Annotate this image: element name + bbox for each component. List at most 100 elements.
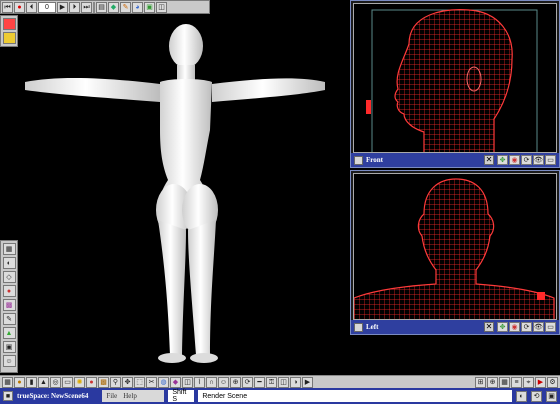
close-icon[interactable]: ✕ xyxy=(484,155,494,165)
view-icon[interactable]: ⊞ xyxy=(475,376,486,388)
eye-icon[interactable]: 👁 xyxy=(533,322,544,332)
paint-icon[interactable]: ✎ xyxy=(2,313,16,325)
play-icon[interactable]: ▶ xyxy=(57,1,68,13)
ruler-icon[interactable]: ━ xyxy=(254,376,265,388)
keyframe-icon[interactable]: ▤ xyxy=(96,1,107,13)
grid-icon[interactable]: ▦ xyxy=(2,376,13,388)
lathe-icon[interactable]: ◐ xyxy=(2,257,16,269)
status-message: Render Scene xyxy=(198,390,512,402)
layers-icon[interactable]: ≡ xyxy=(511,376,522,388)
shader-icon[interactable]: ◑ xyxy=(290,376,301,388)
tools-icon[interactable]: ✎ xyxy=(120,1,131,13)
object-tool-icon[interactable]: ▦ xyxy=(2,243,16,255)
key-icon[interactable]: ⚿ xyxy=(266,376,277,388)
texture-icon[interactable]: ▩ xyxy=(2,299,16,311)
right-leg xyxy=(188,220,216,355)
app-icon[interactable]: ■ xyxy=(3,391,13,401)
torus-icon[interactable]: ◎ xyxy=(50,376,61,388)
cylinder-icon[interactable]: ▮ xyxy=(26,376,37,388)
front-label: Front xyxy=(366,156,383,164)
primitive-icon[interactable]: ◆ xyxy=(170,376,181,388)
zoom-icon[interactable]: ◉ xyxy=(509,322,520,332)
snap-icon[interactable]: ⌖ xyxy=(523,376,534,388)
frame-field[interactable]: 0 xyxy=(38,1,56,13)
rotate-icon[interactable]: ⟳ xyxy=(521,322,532,332)
menu-bar: File Help xyxy=(102,390,165,402)
pan-icon[interactable]: ✥ xyxy=(497,322,508,332)
maximize-icon[interactable]: ▭ xyxy=(545,322,556,332)
left-wireframe-area[interactable] xyxy=(353,173,557,320)
record-icon[interactable]: ● xyxy=(14,1,25,13)
status-button-2[interactable]: ⟲ xyxy=(531,390,542,402)
play-icon[interactable]: ▶ xyxy=(535,376,546,388)
front-titlebar: Front ✕ ✥ ◉ ⟳ 👁 ▭ xyxy=(351,153,559,167)
cone-icon[interactable]: ▲ xyxy=(38,376,49,388)
morph-icon[interactable]: ⊕ xyxy=(230,376,241,388)
end-icon[interactable]: ⏭ xyxy=(81,1,92,13)
front-viewport[interactable]: Front ✕ ✥ ◉ ⟳ 👁 ▭ xyxy=(350,0,560,168)
light-icon[interactable]: ✺ xyxy=(74,376,85,388)
rotate-icon[interactable]: ⟳ xyxy=(521,155,532,165)
select-icon[interactable]: ⬚ xyxy=(134,376,145,388)
spin-icon[interactable]: ⟳ xyxy=(242,376,253,388)
app-title: trueSpace: NewScene64 xyxy=(17,392,89,400)
close-icon[interactable]: ✕ xyxy=(484,322,494,332)
separator xyxy=(93,1,95,13)
deform-icon[interactable]: ⌇ xyxy=(194,376,205,388)
zoom-icon[interactable]: ⊕ xyxy=(487,376,498,388)
render-icon[interactable]: ▶ xyxy=(302,376,313,388)
zoom-icon[interactable]: ◉ xyxy=(509,155,520,165)
maximize-icon[interactable]: ▭ xyxy=(545,155,556,165)
globe-icon[interactable]: ◍ xyxy=(158,376,169,388)
left-tools-toolbar: ▦ ◐ ◇ ● ▩ ✎ ▲ ▣ ☺ xyxy=(0,240,18,373)
material-ball-icon[interactable]: ● xyxy=(86,376,97,388)
red-object-icon[interactable] xyxy=(2,18,16,30)
left-titlebar: Left ✕ ✥ ◉ ⟳ 👁 ▭ xyxy=(351,320,559,334)
sphere-icon[interactable]: ● xyxy=(14,376,25,388)
left-viewport[interactable]: Left ✕ ✥ ◉ ⟳ 👁 ▭ xyxy=(350,170,560,335)
move-icon[interactable]: ✥ xyxy=(122,376,133,388)
settings-icon[interactable]: ⚙ xyxy=(547,376,558,388)
magnet-icon[interactable]: ∩ xyxy=(206,376,217,388)
step-forward-icon[interactable]: ⏵ xyxy=(69,1,80,13)
palette-icon[interactable]: ◕ xyxy=(132,1,143,13)
menu-help[interactable]: Help xyxy=(123,392,137,400)
yellow-object-icon[interactable] xyxy=(2,32,16,44)
landscape-icon[interactable]: ▲ xyxy=(2,327,16,339)
figure-icon[interactable]: ☺ xyxy=(2,355,16,367)
grid-toggle-icon[interactable]: ▦ xyxy=(499,376,510,388)
bottom-toolbar: ▦ ● ▮ ▲ ◎ ▭ ✺ ● ▩ ⚲ ✥ ⬚ ✂ ◍ ◆ ◫ ⌇ ∩ ☺ ⊕ … xyxy=(0,375,560,388)
figure-model[interactable] xyxy=(20,20,340,372)
front-head-wireframe xyxy=(366,9,538,152)
status-button-3[interactable]: ▣ xyxy=(546,390,557,402)
render-icon[interactable]: ▣ xyxy=(2,341,16,353)
cut-icon[interactable]: ✂ xyxy=(146,376,157,388)
left-top-toolbar xyxy=(0,15,18,47)
camera-icon[interactable]: ◫ xyxy=(156,1,167,13)
step-back-icon[interactable]: ⏴ xyxy=(26,1,37,13)
bone-icon[interactable]: ⚲ xyxy=(110,376,121,388)
eye-icon[interactable]: 👁 xyxy=(533,155,544,165)
viewport-menu-icon[interactable] xyxy=(354,322,363,332)
menu-file[interactable]: File xyxy=(106,392,117,400)
status-message-text: Render Scene xyxy=(202,392,248,400)
camera-icon[interactable]: ◫ xyxy=(278,376,289,388)
texture-icon[interactable]: ▩ xyxy=(98,376,109,388)
cube-icon[interactable]: ▣ xyxy=(144,1,155,13)
plane-icon[interactable]: ▭ xyxy=(62,376,73,388)
face-icon[interactable]: ☺ xyxy=(218,376,229,388)
left-foot xyxy=(158,353,186,363)
path-icon[interactable]: ◆ xyxy=(108,1,119,13)
right-foot xyxy=(190,353,218,363)
status-button-1[interactable]: ◐ xyxy=(516,390,527,402)
left-view-controls: ✥ ◉ ⟳ 👁 ▭ xyxy=(497,322,556,332)
mirror-icon[interactable]: ◫ xyxy=(182,376,193,388)
right-arm xyxy=(212,78,325,102)
sweep-icon[interactable]: ◇ xyxy=(2,271,16,283)
front-wireframe-area[interactable] xyxy=(353,3,557,153)
pan-icon[interactable]: ✥ xyxy=(497,155,508,165)
viewport-menu-icon[interactable] xyxy=(354,155,363,165)
head xyxy=(169,24,203,68)
material-icon[interactable]: ● xyxy=(2,285,16,297)
rewind-icon[interactable]: ⏮ xyxy=(2,1,13,13)
